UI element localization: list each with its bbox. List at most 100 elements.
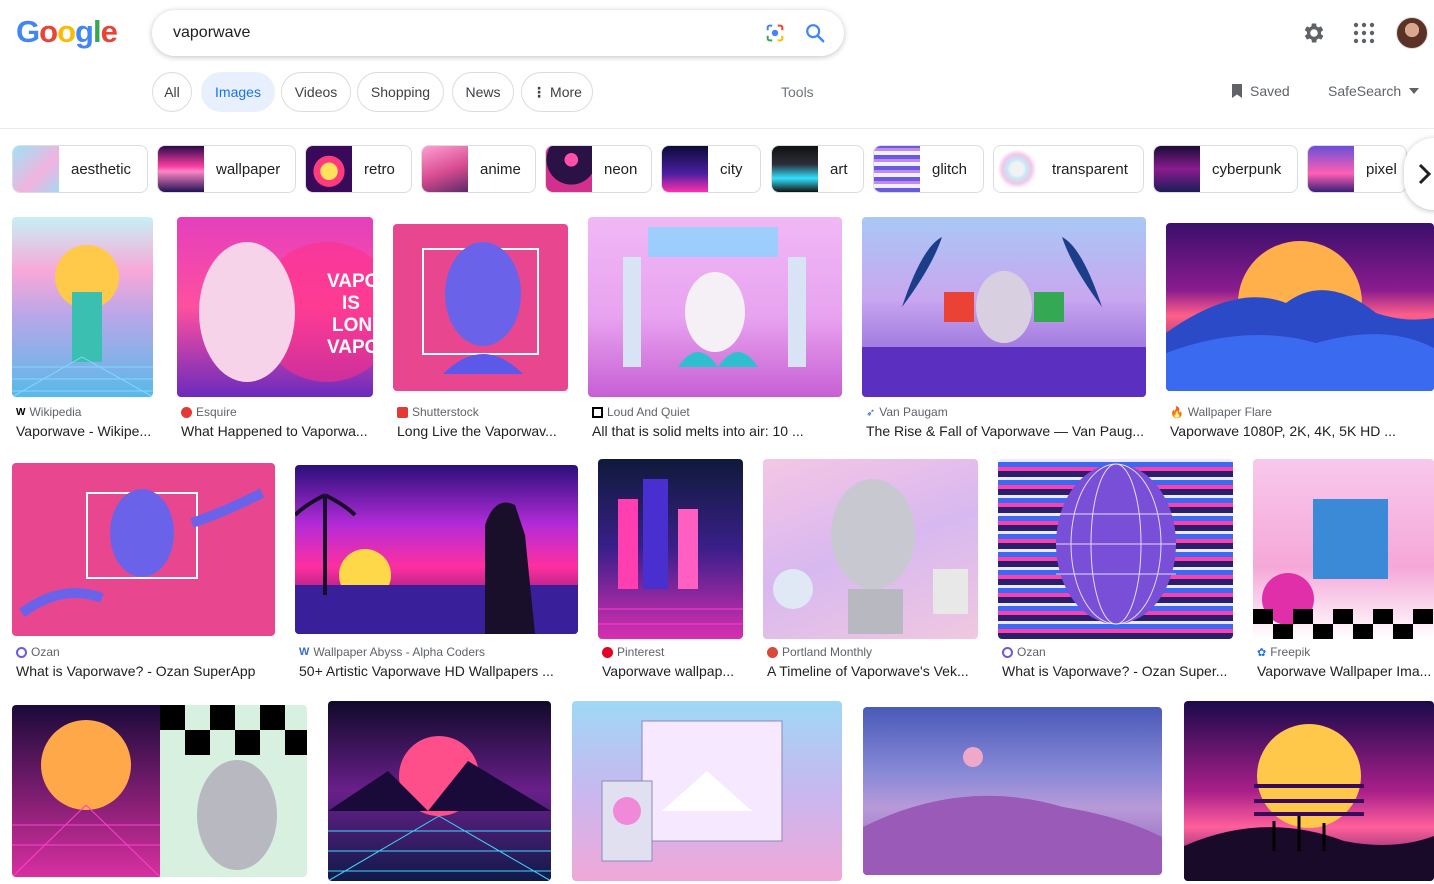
svg-text:IS: IS (342, 293, 360, 314)
more-vert-icon: ⋮ (532, 83, 547, 100)
search-box[interactable]: vaporwave (152, 10, 844, 56)
result-image[interactable]: VAPO IS LON VAPO (177, 217, 373, 397)
bookmark-icon (1232, 84, 1242, 98)
pinterest-icon (602, 646, 613, 658)
result-image[interactable] (588, 217, 842, 397)
tab-more[interactable]: ⋮ More (521, 72, 593, 112)
result-image[interactable] (393, 224, 568, 391)
result-image[interactable] (12, 705, 307, 877)
result-image[interactable] (763, 459, 978, 639)
esquire-icon (181, 406, 192, 418)
tab-shopping[interactable]: Shopping (357, 72, 444, 112)
related-search-art[interactable]: art (771, 145, 864, 193)
tab-videos[interactable]: Videos (281, 72, 351, 112)
flame-icon: 🔥 (1170, 406, 1184, 419)
apps-grid-icon[interactable] (1352, 21, 1376, 45)
tab-news[interactable]: News (452, 72, 514, 112)
result-source: W Wallpaper Abyss - Alpha Coders (299, 645, 486, 659)
result-title[interactable]: Vaporwave Wallpaper Ima... (1257, 663, 1434, 679)
result-source: 🔥 Wallpaper Flare (1170, 405, 1272, 419)
result-image[interactable] (12, 217, 153, 397)
related-thumb (158, 146, 204, 192)
svg-text:VAPO: VAPO (327, 271, 373, 292)
related-thumb (1154, 146, 1200, 192)
result-title[interactable]: Vaporwave - Wikipe... (16, 423, 156, 439)
safesearch-button[interactable]: SafeSearch (1328, 83, 1420, 99)
result-title[interactable]: Long Live the Vaporwav... (397, 423, 569, 439)
ozan-icon (16, 646, 27, 658)
freepik-icon: ✿ (1257, 646, 1267, 659)
result-title[interactable]: All that is solid melts into air: 10 ... (592, 423, 842, 439)
result-image[interactable] (1166, 223, 1434, 391)
result-source: Ozan (1002, 645, 1046, 659)
result-source: Ozan (16, 645, 60, 659)
saved-button[interactable]: Saved (1230, 83, 1290, 99)
wallpaper-abyss-icon: W (299, 646, 310, 658)
result-source: ✿ Freepik (1257, 645, 1311, 659)
result-image[interactable] (998, 459, 1233, 639)
result-image[interactable] (12, 463, 275, 636)
svg-text:VAPO: VAPO (327, 337, 373, 358)
google-logo[interactable]: Google (16, 14, 118, 50)
related-next-button[interactable] (1404, 138, 1434, 210)
camera-lens-icon[interactable] (764, 22, 786, 44)
van-paugam-icon: ➶ (866, 406, 876, 419)
related-thumb (662, 146, 708, 192)
shutterstock-icon (397, 406, 408, 418)
result-source: Pinterest (602, 645, 664, 659)
related-search-wallpaper[interactable]: wallpaper (157, 145, 296, 193)
result-image[interactable] (863, 707, 1162, 875)
result-title[interactable]: The Rise & Fall of Vaporwave — Van Paug.… (866, 423, 1146, 439)
result-source: ➶ Van Paugam (866, 405, 948, 419)
result-image[interactable] (1184, 701, 1434, 881)
tab-images[interactable]: Images (201, 72, 275, 112)
loud-and-quiet-icon (592, 406, 603, 418)
tab-all[interactable]: All (152, 72, 192, 112)
result-title[interactable]: Vaporwave 1080P, 2K, 4K, 5K HD ... (1170, 423, 1434, 439)
related-search-city[interactable]: city (661, 145, 761, 193)
related-thumb (306, 146, 352, 192)
wikipedia-icon: W (16, 406, 26, 418)
result-title[interactable]: Vaporwave wallpap... (602, 663, 742, 679)
result-title[interactable]: 50+ Artistic Vaporwave HD Wallpapers ... (299, 663, 578, 679)
related-search-transparent[interactable]: transparent (993, 145, 1144, 193)
account-avatar[interactable] (1396, 17, 1428, 49)
related-search-neon[interactable]: neon (545, 145, 652, 193)
header: Google vaporwave (0, 0, 1434, 68)
result-title[interactable]: A Timeline of Vaporwave's Vek... (767, 663, 978, 679)
related-search-pixel[interactable]: pixel (1307, 145, 1407, 193)
result-image[interactable] (598, 459, 743, 639)
related-search-aesthetic[interactable]: aesthetic (12, 145, 148, 193)
result-image[interactable] (1253, 459, 1434, 639)
related-thumb (422, 146, 468, 192)
result-source: W Wikipedia (16, 405, 82, 419)
svg-text:LON: LON (332, 315, 372, 336)
result-image[interactable] (572, 701, 842, 881)
related-search-cyberpunk[interactable]: cyberpunk (1153, 145, 1298, 193)
ozan-icon (1002, 646, 1013, 658)
result-image[interactable] (328, 701, 551, 881)
related-thumb (874, 146, 920, 192)
result-title[interactable]: What is Vaporwave? - Ozan Super... (1002, 663, 1233, 679)
result-title[interactable]: What Happened to Vaporwa... (181, 423, 373, 439)
header-divider (0, 128, 1434, 129)
result-image[interactable] (862, 217, 1146, 397)
gear-icon[interactable] (1301, 20, 1327, 46)
search-input[interactable]: vaporwave (173, 24, 250, 42)
related-thumb (1308, 146, 1354, 192)
related-thumb (994, 146, 1040, 192)
related-thumb (13, 146, 59, 192)
related-search-glitch[interactable]: glitch (873, 145, 984, 193)
tools-button[interactable]: Tools (781, 84, 814, 100)
result-source: Portland Monthly (767, 645, 872, 659)
result-source: Loud And Quiet (592, 405, 690, 419)
portland-monthly-icon (767, 646, 778, 658)
result-image[interactable] (295, 465, 578, 634)
caret-down-icon (1409, 88, 1420, 94)
related-search-retro[interactable]: retro (305, 145, 412, 193)
search-icon[interactable] (804, 22, 826, 44)
result-source: Shutterstock (397, 405, 479, 419)
result-title[interactable]: What is Vaporwave? - Ozan SuperApp (16, 663, 276, 679)
related-search-anime[interactable]: anime (421, 145, 536, 193)
result-source: Esquire (181, 405, 237, 419)
